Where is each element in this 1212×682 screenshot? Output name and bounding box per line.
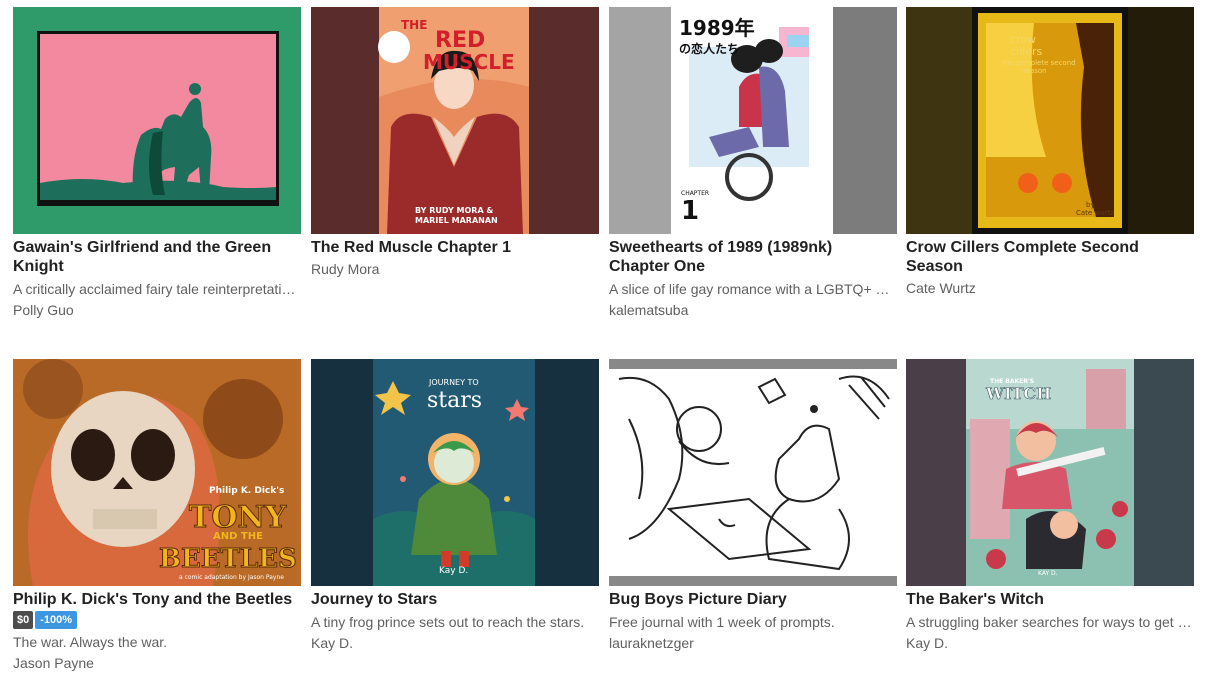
svg-text:BY RUDY MORA &: BY RUDY MORA & — [415, 206, 493, 215]
svg-text:cillers: cillers — [1010, 45, 1043, 58]
svg-text:stars: stars — [427, 388, 482, 413]
svg-text:MUSCLE: MUSCLE — [423, 50, 515, 74]
svg-text:a comic adaptation by Jason Pa: a comic adaptation by Jason Payne — [179, 574, 284, 581]
discount-badge: -100% — [35, 611, 78, 629]
game-thumbnail[interactable]: THE RED MUSCLE BY RUDY MORA & MARIEL MAR… — [311, 7, 599, 234]
svg-text:Kay D.: Kay D. — [439, 566, 468, 576]
game-author[interactable]: Rudy Mora — [311, 260, 599, 278]
svg-text:WITCH: WITCH — [985, 384, 1051, 403]
svg-text:season: season — [1022, 67, 1047, 75]
game-description: A critically acclaimed fairy tale reinte… — [13, 281, 301, 297]
game-thumbnail[interactable]: Philip K. Dick's TONY AND THE BEETLES a … — [13, 359, 301, 586]
svg-text:1989年: 1989年 — [679, 16, 755, 40]
game-title[interactable]: The Red Muscle Chapter 1 — [311, 238, 599, 257]
game-description: Free journal with 1 week of prompts. — [609, 614, 835, 630]
svg-text:1: 1 — [681, 196, 699, 226]
game-thumbnail[interactable]: 1989年 の恋人たち CHAPTER 1 — [609, 7, 897, 234]
game-title[interactable]: The Baker's Witch — [906, 590, 1194, 609]
game-author[interactable]: lauraknetzger — [609, 634, 897, 652]
game-card: Bug Boys Picture Diary Free journal with… — [609, 359, 897, 652]
game-thumbnail[interactable]: crow cillers the complete second season … — [906, 7, 1194, 234]
cover-image: THE RED MUSCLE BY RUDY MORA & MARIEL MAR… — [311, 7, 599, 234]
game-title[interactable]: Sweethearts of 1989 (1989nk) Chapter One — [609, 238, 897, 276]
svg-text:by: by — [1086, 201, 1095, 209]
game-author[interactable]: Cate Wurtz — [906, 279, 1194, 297]
game-card: JOURNEY TO stars Kay D. Journey to Stars… — [311, 359, 599, 652]
cover-image: 1989年 の恋人たち CHAPTER 1 — [609, 7, 897, 234]
svg-text:the complete second: the complete second — [1002, 59, 1076, 67]
game-author[interactable]: Kay D. — [906, 634, 1194, 652]
svg-text:JOURNEY TO: JOURNEY TO — [428, 378, 479, 387]
svg-text:MARIEL MARANAN: MARIEL MARANAN — [415, 216, 498, 225]
game-title[interactable]: Crow Cillers Complete Second Season — [906, 238, 1194, 276]
cover-image: Philip K. Dick's TONY AND THE BEETLES a … — [13, 359, 301, 586]
svg-text:Philip K. Dick's: Philip K. Dick's — [209, 486, 284, 496]
cover-image — [609, 359, 897, 586]
price-badges: $0 -100% — [13, 611, 301, 629]
svg-text:AND THE: AND THE — [213, 531, 263, 542]
game-card: THE BAKER'S WITCH KAY D. The Baker's Wit… — [906, 359, 1194, 652]
game-description: A slice of life gay romance with a LGBTQ… — [609, 281, 897, 297]
game-card: crow cillers the complete second season … — [906, 7, 1194, 297]
game-author[interactable]: Kay D. — [311, 634, 599, 652]
game-thumbnail[interactable]: JOURNEY TO stars Kay D. — [311, 359, 599, 586]
game-grid: Gawain's Girlfriend and the Green Knight… — [0, 0, 1212, 682]
cover-title-text: THE — [401, 18, 427, 32]
game-description: The war. Always the war. — [13, 634, 168, 650]
game-card: Gawain's Girlfriend and the Green Knight… — [13, 7, 301, 319]
game-thumbnail[interactable]: THE BAKER'S WITCH KAY D. — [906, 359, 1194, 586]
game-author[interactable]: Jason Payne — [13, 654, 301, 672]
svg-text:の恋人たち: の恋人たち — [679, 41, 739, 56]
game-card: THE RED MUSCLE BY RUDY MORA & MARIEL MAR… — [311, 7, 599, 278]
cover-image: JOURNEY TO stars Kay D. — [311, 359, 599, 586]
cover-image: THE BAKER'S WITCH KAY D. — [906, 359, 1194, 586]
game-card: 1989年 の恋人たち CHAPTER 1 Sweethearts of 198… — [609, 7, 897, 319]
svg-text:KAY D.: KAY D. — [1038, 570, 1058, 577]
game-thumbnail[interactable] — [609, 359, 897, 586]
cover-image — [13, 7, 301, 234]
game-author[interactable]: kalematsuba — [609, 301, 897, 319]
svg-text:TONY: TONY — [189, 500, 287, 535]
game-card: Philip K. Dick's TONY AND THE BEETLES a … — [13, 359, 301, 672]
price-badge: $0 — [13, 611, 34, 629]
game-title[interactable]: Bug Boys Picture Diary — [609, 590, 897, 609]
game-title[interactable]: Gawain's Girlfriend and the Green Knight — [13, 238, 301, 276]
svg-text:BEETLES: BEETLES — [159, 544, 297, 574]
game-description: A tiny frog prince sets out to reach the… — [311, 614, 585, 630]
game-title[interactable]: Philip K. Dick's Tony and the Beetles — [13, 590, 301, 609]
game-title[interactable]: Journey to Stars — [311, 590, 599, 609]
cover-image: crow cillers the complete second season … — [906, 7, 1194, 234]
game-author[interactable]: Polly Guo — [13, 301, 301, 319]
game-thumbnail[interactable] — [13, 7, 301, 234]
svg-text:Cate wurtz: Cate wurtz — [1076, 209, 1114, 217]
game-description: A struggling baker searches for ways to … — [906, 614, 1194, 630]
